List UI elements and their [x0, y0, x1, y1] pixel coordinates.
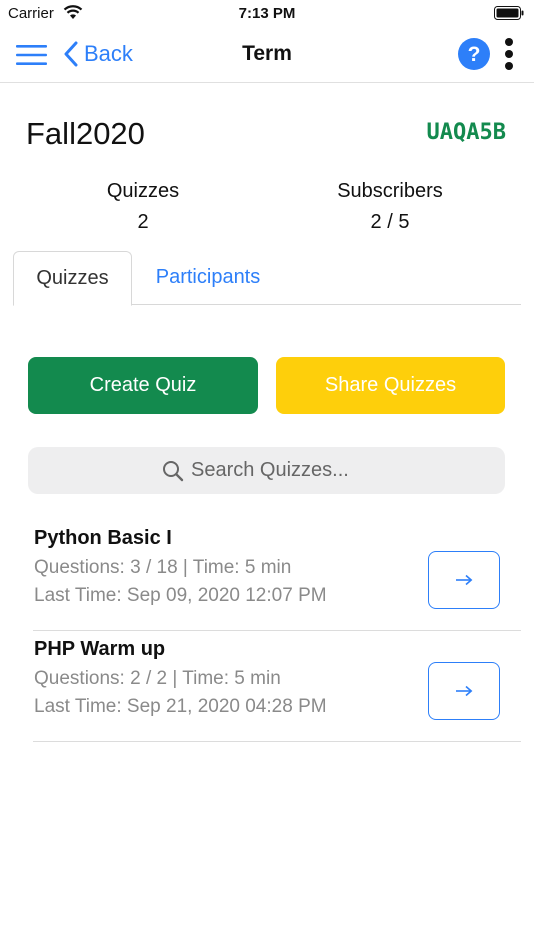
quiz-last-time: Last Time: Sep 21, 2020 04:28 PM	[34, 696, 327, 717]
help-icon[interactable]: ?	[458, 38, 490, 70]
quiz-list-item[interactable]: PHP Warm up Questions: 2 / 2 | Time: 5 m…	[33, 630, 521, 742]
arrow-right-icon	[456, 685, 473, 697]
quiz-last-time: Last Time: Sep 09, 2020 12:07 PM	[34, 585, 327, 606]
quiz-meta: Questions: 2 / 2 | Time: 5 min	[34, 668, 281, 689]
page-title: Term	[242, 42, 292, 65]
tab-bar: Quizzes Participants	[13, 251, 521, 306]
stat-subscribers-value: 2 / 5	[370, 211, 410, 233]
arrow-right-icon	[456, 574, 473, 586]
tab-participants[interactable]: Participants	[153, 251, 263, 304]
quiz-list-item[interactable]: Python Basic I Questions: 3 / 18 | Time:…	[33, 519, 521, 631]
quiz-title: Python Basic I	[34, 527, 172, 549]
status-time: 7:13 PM	[238, 5, 296, 22]
stat-quizzes-label: Quizzes	[106, 180, 180, 202]
term-name: Fall2020	[26, 116, 145, 151]
stat-subscribers-label: Subscribers	[337, 180, 443, 202]
create-quiz-button[interactable]: Create Quiz	[28, 357, 258, 414]
stat-quizzes: Quizzes 2	[43, 180, 243, 234]
stat-subscribers: Subscribers 2 / 5	[290, 180, 490, 234]
svg-text:?: ?	[468, 43, 481, 66]
status-bar: Carrier 7:13 PM	[0, 0, 534, 28]
search-icon	[163, 460, 184, 481]
open-quiz-button[interactable]	[428, 551, 500, 609]
open-quiz-button[interactable]	[428, 662, 500, 720]
term-code: UAQA5B	[426, 120, 506, 145]
battery-icon	[494, 6, 524, 20]
share-quizzes-button[interactable]: Share Quizzes	[276, 357, 505, 414]
quiz-title: PHP Warm up	[34, 638, 166, 660]
more-vertical-icon[interactable]	[500, 36, 518, 72]
stat-quizzes-value: 2	[137, 211, 149, 233]
quiz-meta: Questions: 3 / 18 | Time: 5 min	[34, 557, 292, 578]
search-input[interactable]	[191, 459, 371, 482]
navigation-bar: Back Term ?	[0, 28, 534, 83]
search-bar[interactable]	[28, 447, 505, 494]
tab-quizzes[interactable]: Quizzes	[13, 251, 132, 306]
